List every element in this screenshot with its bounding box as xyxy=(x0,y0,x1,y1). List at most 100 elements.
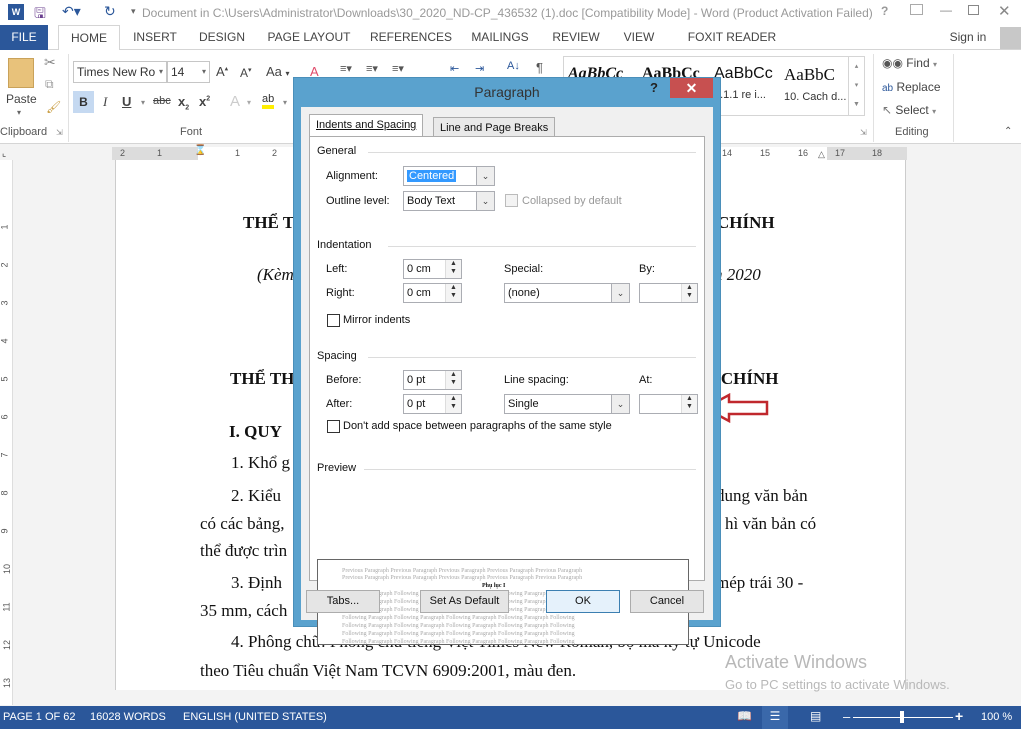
language[interactable]: ENGLISH (UNITED STATES) xyxy=(183,711,327,723)
decrease-indent-icon[interactable]: ⇤ xyxy=(450,62,459,75)
style-item-4[interactable]: AaBbC 10. Cach d... xyxy=(784,65,846,103)
spacing-after-input[interactable]: 0 pt ▲ ▼ xyxy=(403,394,462,414)
line-spacing-select[interactable]: Single ⌄ xyxy=(504,394,630,414)
dialog-close-button[interactable]: ✕ xyxy=(670,78,713,98)
tab-design[interactable]: DESIGN xyxy=(194,25,250,50)
web-layout-icon[interactable]: ▤ xyxy=(810,709,821,723)
subscript-button[interactable]: x2 xyxy=(178,94,189,112)
gallery-scroll[interactable]: ▴ ▾ ▼ xyxy=(848,57,864,115)
highlight-dropdown-icon[interactable]: ▾ xyxy=(283,98,287,107)
print-layout-icon[interactable]: ☰ xyxy=(762,706,788,729)
spinner-icon[interactable]: ▲ ▼ xyxy=(445,371,461,389)
cancel-button[interactable]: Cancel xyxy=(630,590,704,613)
left-indent-input[interactable]: 0 cm ▲ ▼ xyxy=(403,259,462,279)
redo-icon[interactable]: ↻ xyxy=(104,3,116,20)
word-count[interactable]: 16028 WORDS xyxy=(90,711,166,723)
tab-mailings[interactable]: MAILINGS xyxy=(466,25,534,50)
font-name-combo[interactable]: Times New Ro ▾ xyxy=(73,61,167,83)
tab-references[interactable]: REFERENCES xyxy=(370,25,452,50)
ribbon-display-options-icon[interactable] xyxy=(910,4,923,15)
tab-review[interactable]: REVIEW xyxy=(550,25,602,50)
indent-marker-icon[interactable]: ⌛ xyxy=(194,145,206,156)
help-icon[interactable]: ? xyxy=(881,4,888,18)
tab-foxit-reader-pdf[interactable]: FOXIT READER PDF xyxy=(676,25,788,69)
by-input[interactable]: ▲ ▼ xyxy=(639,283,698,303)
text-effects-icon[interactable]: A xyxy=(230,93,240,110)
replace-button[interactable]: ab Replace xyxy=(882,80,941,94)
select-button[interactable]: ↖ Select ▾ xyxy=(882,103,936,117)
clipboard-launcher-icon[interactable]: ⇲ xyxy=(56,128,63,137)
tab-view[interactable]: VIEW xyxy=(618,25,660,50)
change-case-button[interactable]: Aa ▾ xyxy=(266,64,290,79)
set-as-default-button[interactable]: Set As Default xyxy=(420,590,509,613)
tabs-button[interactable]: Tabs... xyxy=(306,590,380,613)
show-formatting-icon[interactable]: ¶ xyxy=(536,60,543,75)
maximize-icon[interactable] xyxy=(968,5,979,15)
cut-icon[interactable]: ✂ xyxy=(44,54,56,71)
tab-indents-and-spacing[interactable]: Indents and Spacing xyxy=(309,114,424,138)
strikethrough-button[interactable]: abc xyxy=(153,95,171,107)
format-painter-icon[interactable]: 🖌 xyxy=(46,100,61,114)
page-count[interactable]: PAGE 1 OF 62 xyxy=(3,711,76,723)
font-size-combo[interactable]: 14 ▾ xyxy=(167,61,210,83)
right-indent-input[interactable]: 0 cm ▲ ▼ xyxy=(403,283,462,303)
dont-add-space-checkbox[interactable] xyxy=(327,420,340,433)
superscript-button[interactable]: x2 xyxy=(199,94,210,109)
style-item-3[interactable]: AaBbCc 1.1.1 re i... xyxy=(714,65,773,101)
grow-font-icon[interactable]: A▴ xyxy=(216,64,228,79)
highlight-color-icon[interactable]: ab xyxy=(262,93,275,109)
copy-icon[interactable]: ⧉ xyxy=(45,77,54,92)
right-indent-marker-icon[interactable]: △ xyxy=(818,149,825,160)
vertical-ruler[interactable]: 1 2 3 4 5 6 7 8 9 10 11 12 13 xyxy=(0,160,13,705)
minimize-icon[interactable]: — xyxy=(940,3,952,17)
save-icon[interactable]: 🖫 xyxy=(34,3,46,27)
tab-insert[interactable]: INSERT xyxy=(128,25,182,50)
mirror-indents-checkbox[interactable] xyxy=(327,314,340,327)
at-input[interactable]: ▲ ▼ xyxy=(639,394,698,414)
dialog-help-button[interactable]: ? xyxy=(650,80,658,95)
spinner-icon[interactable]: ▲ ▼ xyxy=(681,395,697,413)
bold-button[interactable]: B xyxy=(73,91,94,113)
outline-level-select[interactable]: Body Text ⌄ xyxy=(403,191,495,211)
increase-indent-icon[interactable]: ⇥ xyxy=(475,62,484,75)
underline-button[interactable]: U xyxy=(122,94,131,109)
undo-icon[interactable]: ↶▾ xyxy=(62,3,81,20)
user-avatar-icon[interactable] xyxy=(1000,27,1021,49)
sign-in-link[interactable]: Sign in xyxy=(946,25,990,50)
find-button[interactable]: ◉◉ Find ▾ xyxy=(882,56,937,70)
underline-dropdown-icon[interactable]: ▾ xyxy=(141,98,145,107)
style-label: 1.1.1 re i... xyxy=(714,89,766,101)
spinner-icon[interactable]: ▲ ▼ xyxy=(445,260,461,278)
close-window-icon[interactable]: ✕ xyxy=(998,2,1011,20)
spinner-icon[interactable]: ▲ ▼ xyxy=(445,284,461,302)
special-select[interactable]: (none) ⌄ xyxy=(504,283,630,303)
tab-home[interactable]: HOME xyxy=(58,25,120,51)
customize-quick-access-icon[interactable]: ▾ xyxy=(131,6,136,17)
spinner-icon[interactable]: ▲ ▼ xyxy=(681,284,697,302)
text-effects-dropdown-icon[interactable]: ▾ xyxy=(247,98,251,107)
zoom-in-button[interactable]: + xyxy=(955,708,963,724)
collapse-ribbon-icon[interactable]: ⌃ xyxy=(1004,126,1012,137)
shrink-font-icon[interactable]: A▾ xyxy=(240,66,252,80)
collapsed-by-default-checkbox[interactable] xyxy=(505,194,518,207)
spacing-before-input[interactable]: 0 pt ▲ ▼ xyxy=(403,370,462,390)
paste-icon[interactable] xyxy=(8,58,34,88)
ok-button[interactable]: OK xyxy=(546,590,620,613)
styles-launcher-icon[interactable]: ⇲ xyxy=(860,128,867,137)
tab-page-layout[interactable]: PAGE LAYOUT xyxy=(264,25,354,50)
multilevel-list-icon[interactable]: ≡▾ xyxy=(392,62,404,75)
paste-button[interactable]: Paste xyxy=(6,92,37,106)
tab-selector-icon[interactable]: ⌞ xyxy=(2,148,14,160)
zoom-out-button[interactable]: – xyxy=(843,709,850,724)
zoom-level[interactable]: 100 % xyxy=(981,711,1012,723)
paste-dropdown-icon[interactable]: ▾ xyxy=(17,108,21,117)
spinner-icon[interactable]: ▲ ▼ xyxy=(445,395,461,413)
italic-button[interactable]: I xyxy=(103,94,107,110)
read-mode-icon[interactable]: 📖 xyxy=(737,709,752,723)
tab-file[interactable]: FILE xyxy=(0,25,48,50)
sort-icon[interactable]: A↓ xyxy=(507,60,520,72)
zoom-slider-thumb[interactable] xyxy=(900,711,904,723)
bullets-icon[interactable]: ≡▾ xyxy=(340,62,352,75)
alignment-select[interactable]: Centered ⌄ xyxy=(403,166,495,186)
numbering-icon[interactable]: ≡▾ xyxy=(366,62,378,75)
